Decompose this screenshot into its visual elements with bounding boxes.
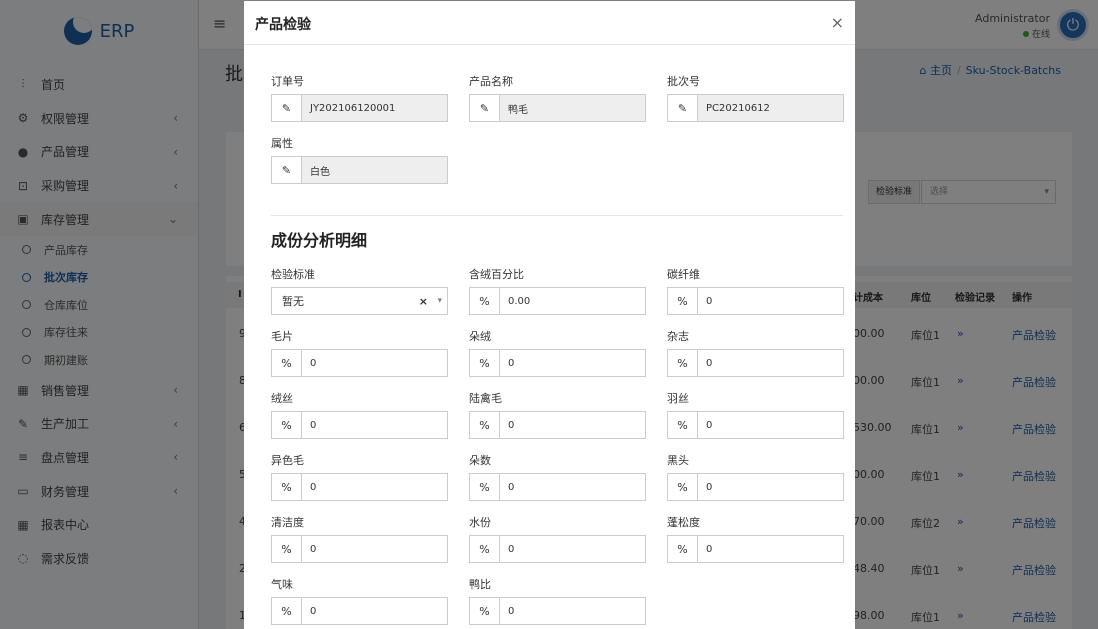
clear-icon[interactable]: × xyxy=(419,295,428,308)
composition-label: 异色毛 xyxy=(271,452,304,468)
caret-down-icon: ▾ xyxy=(437,296,442,306)
composition-label: 蓬松度 xyxy=(667,514,700,530)
pencil-icon: ✎ xyxy=(272,157,302,183)
pencil-icon: ✎ xyxy=(668,95,698,121)
composition-value[interactable]: 0.00 xyxy=(500,288,645,314)
percent-addon: % xyxy=(470,288,500,314)
composition-value[interactable]: 0 xyxy=(302,536,447,562)
composition-value[interactable]: 0 xyxy=(500,598,645,624)
percent-addon: % xyxy=(668,350,698,376)
composition-input[interactable]: %0 xyxy=(667,535,844,563)
standard-label: 检验标准 xyxy=(271,266,315,282)
section-title: 成份分析明细 xyxy=(271,227,367,251)
composition-input[interactable]: %0 xyxy=(667,349,844,377)
composition-label: 鸭比 xyxy=(469,576,491,592)
pencil-icon: ✎ xyxy=(272,95,302,121)
composition-label: 杂志 xyxy=(667,328,689,344)
composition-label: 碳纤维 xyxy=(667,266,700,282)
percent-addon: % xyxy=(272,536,302,562)
composition-input[interactable]: %0 xyxy=(469,349,646,377)
composition-label: 含绒百分比 xyxy=(469,266,524,282)
composition-value[interactable]: 0 xyxy=(500,412,645,438)
composition-value[interactable]: 0 xyxy=(302,412,447,438)
composition-value[interactable]: 0 xyxy=(500,474,645,500)
composition-value[interactable]: 0 xyxy=(698,474,843,500)
percent-addon: % xyxy=(470,412,500,438)
composition-label: 气味 xyxy=(271,576,293,592)
standard-select[interactable]: 暂无 × ▾ xyxy=(271,287,448,315)
percent-addon: % xyxy=(470,474,500,500)
composition-label: 黑头 xyxy=(667,452,689,468)
composition-input[interactable]: %0 xyxy=(667,411,844,439)
composition-value[interactable]: 0 xyxy=(500,350,645,376)
percent-addon: % xyxy=(470,536,500,562)
percent-addon: % xyxy=(668,474,698,500)
percent-addon: % xyxy=(272,350,302,376)
composition-label: 绒丝 xyxy=(271,390,293,406)
pencil-icon: ✎ xyxy=(470,95,500,121)
composition-input[interactable]: %0.00 xyxy=(469,287,646,315)
composition-value[interactable]: 0 xyxy=(500,536,645,562)
percent-addon: % xyxy=(668,536,698,562)
composition-value[interactable]: 0 xyxy=(698,288,843,314)
composition-value[interactable]: 0 xyxy=(302,350,447,376)
percent-addon: % xyxy=(470,350,500,376)
inspection-modal: 产品检验 × 订单号 ✎ JY202106120001 产品名称 ✎ 鸭毛 批次… xyxy=(244,1,855,629)
order-no-field[interactable]: ✎ JY202106120001 xyxy=(271,94,448,122)
close-icon[interactable]: × xyxy=(831,13,844,32)
composition-input[interactable]: %0 xyxy=(271,535,448,563)
composition-value[interactable]: 0 xyxy=(698,350,843,376)
attribute-label: 属性 xyxy=(271,135,293,151)
batch-no-label: 批次号 xyxy=(667,73,700,89)
composition-input[interactable]: %0 xyxy=(667,287,844,315)
percent-addon: % xyxy=(272,412,302,438)
composition-label: 水份 xyxy=(469,514,491,530)
composition-input[interactable]: %0 xyxy=(469,535,646,563)
percent-addon: % xyxy=(668,412,698,438)
composition-value[interactable]: 0 xyxy=(698,536,843,562)
modal-title: 产品检验 xyxy=(255,14,311,34)
composition-label: 朵数 xyxy=(469,452,491,468)
composition-value[interactable]: 0 xyxy=(302,474,447,500)
modal-header: 产品检验 × xyxy=(244,1,855,45)
section-divider xyxy=(271,215,843,216)
composition-value[interactable]: 0 xyxy=(302,598,447,624)
product-name-label: 产品名称 xyxy=(469,73,513,89)
composition-input[interactable]: %0 xyxy=(667,473,844,501)
composition-label: 毛片 xyxy=(271,328,293,344)
composition-input[interactable]: %0 xyxy=(271,597,448,625)
composition-label: 朵绒 xyxy=(469,328,491,344)
percent-addon: % xyxy=(272,598,302,624)
batch-no-field[interactable]: ✎ PC20210612 xyxy=(667,94,844,122)
composition-input[interactable]: %0 xyxy=(271,473,448,501)
attribute-field[interactable]: ✎ 白色 xyxy=(271,156,448,184)
composition-label: 陆禽毛 xyxy=(469,390,502,406)
order-no-label: 订单号 xyxy=(271,73,304,89)
composition-label: 羽丝 xyxy=(667,390,689,406)
composition-input[interactable]: %0 xyxy=(271,349,448,377)
composition-input[interactable]: %0 xyxy=(469,597,646,625)
composition-input[interactable]: %0 xyxy=(469,473,646,501)
product-name-field[interactable]: ✎ 鸭毛 xyxy=(469,94,646,122)
composition-input[interactable]: %0 xyxy=(469,411,646,439)
percent-addon: % xyxy=(668,288,698,314)
percent-addon: % xyxy=(272,474,302,500)
composition-input[interactable]: %0 xyxy=(271,411,448,439)
composition-label: 清洁度 xyxy=(271,514,304,530)
percent-addon: % xyxy=(470,598,500,624)
composition-value[interactable]: 0 xyxy=(698,412,843,438)
